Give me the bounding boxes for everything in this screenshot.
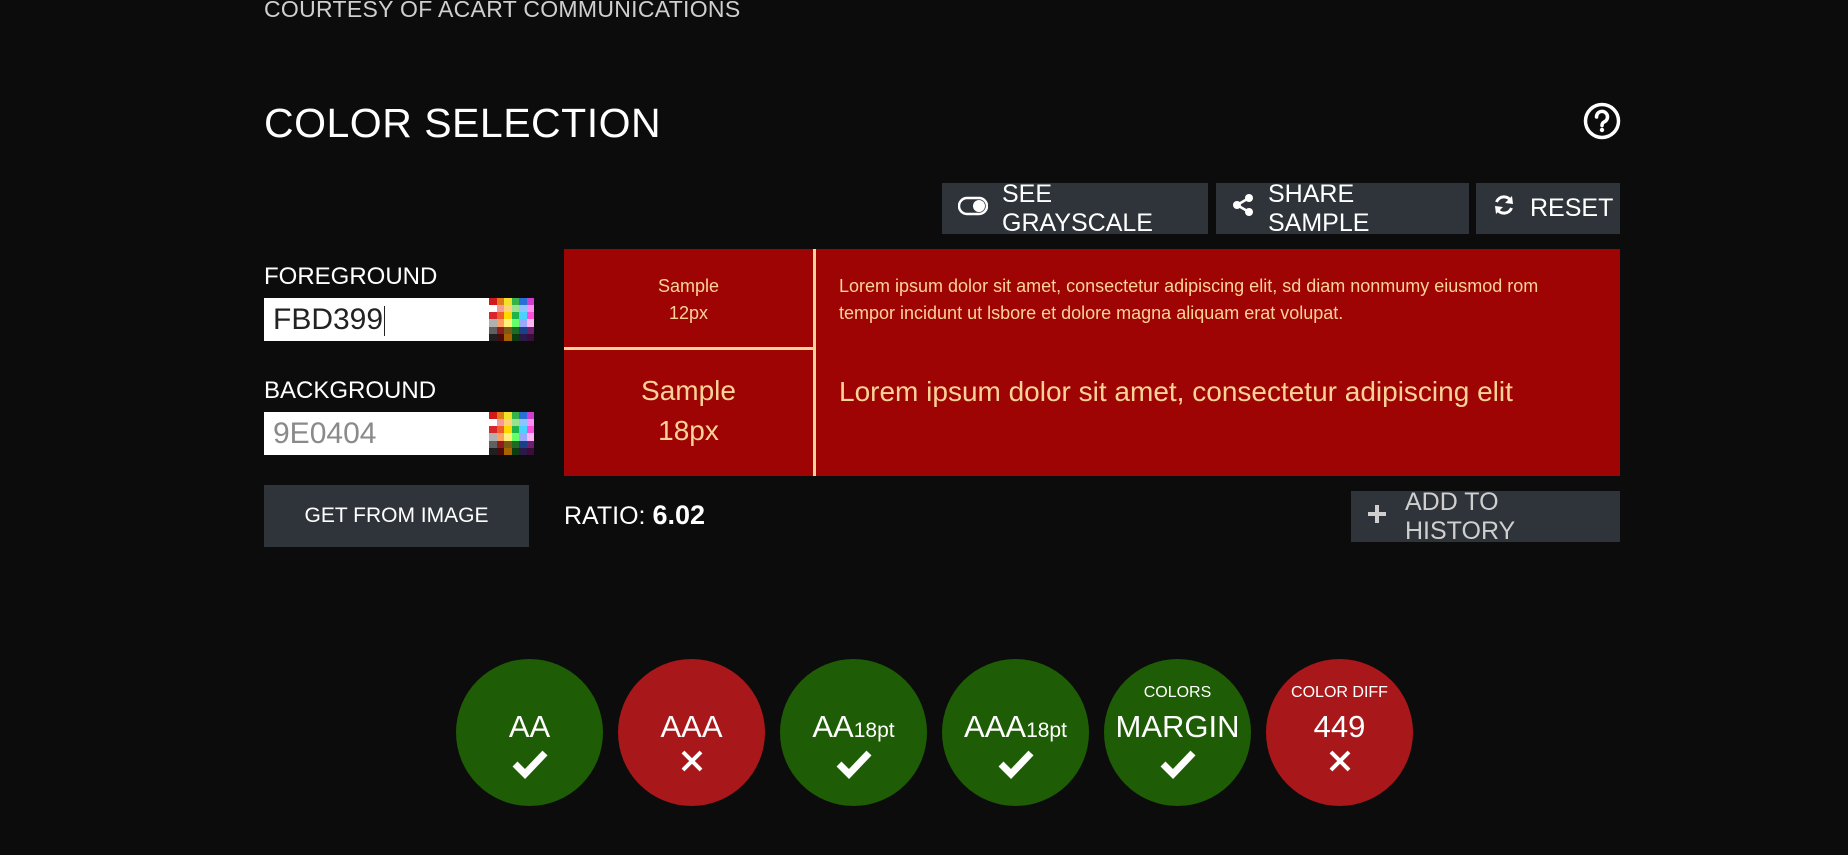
result-circle-3: AAA18pt xyxy=(942,659,1089,806)
foreground-label: FOREGROUND xyxy=(264,263,438,290)
foreground-value: FBD399 xyxy=(273,303,384,336)
result-circle-4: COLORS MARGIN xyxy=(1104,659,1251,806)
result-circle-1: AAA xyxy=(618,659,765,806)
result-caption: COLORS xyxy=(1143,684,1212,701)
result-label: 449 xyxy=(1266,709,1413,745)
sample-12px-line2: 12px xyxy=(668,303,709,323)
sample-preview: Sample 12px Sample 18px Lorem ipsum dolo… xyxy=(564,249,1620,476)
result-label: AA xyxy=(456,709,603,745)
cross-icon xyxy=(680,749,704,778)
courtesy-text: COURTESY OF ACART COMMUNICATIONS xyxy=(264,0,741,22)
plus-icon xyxy=(1367,502,1387,531)
contrast-ratio: RATIO: 6.02 xyxy=(564,500,705,531)
sample-18px-text: Lorem ipsum dolor sit amet, consectetur … xyxy=(839,376,1513,407)
foreground-field[interactable]: FBD399 xyxy=(264,298,489,341)
help-icon[interactable] xyxy=(1583,102,1621,140)
sample-18px-line1: Sample xyxy=(641,375,736,406)
check-icon xyxy=(836,749,872,784)
result-label: AAA xyxy=(618,709,765,745)
sample-12px-label: Sample 12px xyxy=(564,273,813,327)
sample-18px-label: Sample 18px xyxy=(564,371,813,451)
page-title: COLOR SELECTION xyxy=(264,100,662,146)
share-sample-label: SHARE SAMPLE xyxy=(1268,179,1370,237)
share-icon xyxy=(1232,194,1254,223)
reset-label: RESET xyxy=(1530,194,1614,222)
result-main-text: AAA xyxy=(964,709,1027,744)
toggle-icon xyxy=(957,194,989,223)
background-picker-icon[interactable] xyxy=(489,412,534,455)
get-from-image-button[interactable]: GET FROM IMAGE xyxy=(264,485,529,547)
refresh-icon xyxy=(1492,193,1516,224)
text-caret xyxy=(384,306,386,337)
reset-button[interactable]: RESET xyxy=(1476,183,1620,234)
result-main-text: 449 xyxy=(1313,709,1366,744)
add-to-history-label: ADD TO HISTORY xyxy=(1405,487,1516,545)
see-grayscale-button[interactable]: SEE GRAYSCALE xyxy=(942,180,1208,237)
sample-divider-horizontal xyxy=(564,347,814,350)
result-circle-2: AA18pt xyxy=(780,659,927,806)
result-sub-text: 18pt xyxy=(853,719,895,742)
result-caption: COLOR DIFF xyxy=(1291,684,1388,701)
cross-icon xyxy=(1328,749,1352,778)
result-circle-5: COLOR DIFF 449 xyxy=(1266,659,1413,806)
background-label: BACKGROUND xyxy=(264,377,437,404)
result-label: AA18pt xyxy=(780,709,927,745)
background-field[interactable]: 9E0404 xyxy=(264,412,489,455)
result-main-text: AA xyxy=(508,709,551,744)
result-label: MARGIN xyxy=(1104,709,1251,745)
foreground-picker-icon[interactable] xyxy=(489,298,534,341)
ratio-value: 6.02 xyxy=(652,500,705,530)
result-sub-text: 18pt xyxy=(1026,719,1067,742)
result-main-text: MARGIN xyxy=(1115,709,1240,744)
result-label: AAA18pt xyxy=(942,709,1089,745)
check-icon xyxy=(512,749,548,784)
result-main-text: AA xyxy=(812,709,854,744)
see-grayscale-label: SEE GRAYSCALE xyxy=(1002,179,1153,237)
check-icon xyxy=(998,749,1034,784)
sample-12px-text: Lorem ipsum dolor sit amet, consectetur … xyxy=(839,276,1539,323)
result-main-text: AAA xyxy=(660,709,723,744)
ratio-label: RATIO: xyxy=(564,502,646,530)
sample-18px-line2: 18px xyxy=(658,415,719,446)
sample-divider-vertical xyxy=(813,249,816,476)
add-to-history-button[interactable]: ADD TO HISTORY xyxy=(1351,488,1620,545)
check-icon xyxy=(1160,749,1196,784)
result-circle-0: AA xyxy=(456,659,603,806)
share-sample-button[interactable]: SHARE SAMPLE xyxy=(1216,180,1469,237)
sample-12px-line1: Sample xyxy=(657,276,720,296)
